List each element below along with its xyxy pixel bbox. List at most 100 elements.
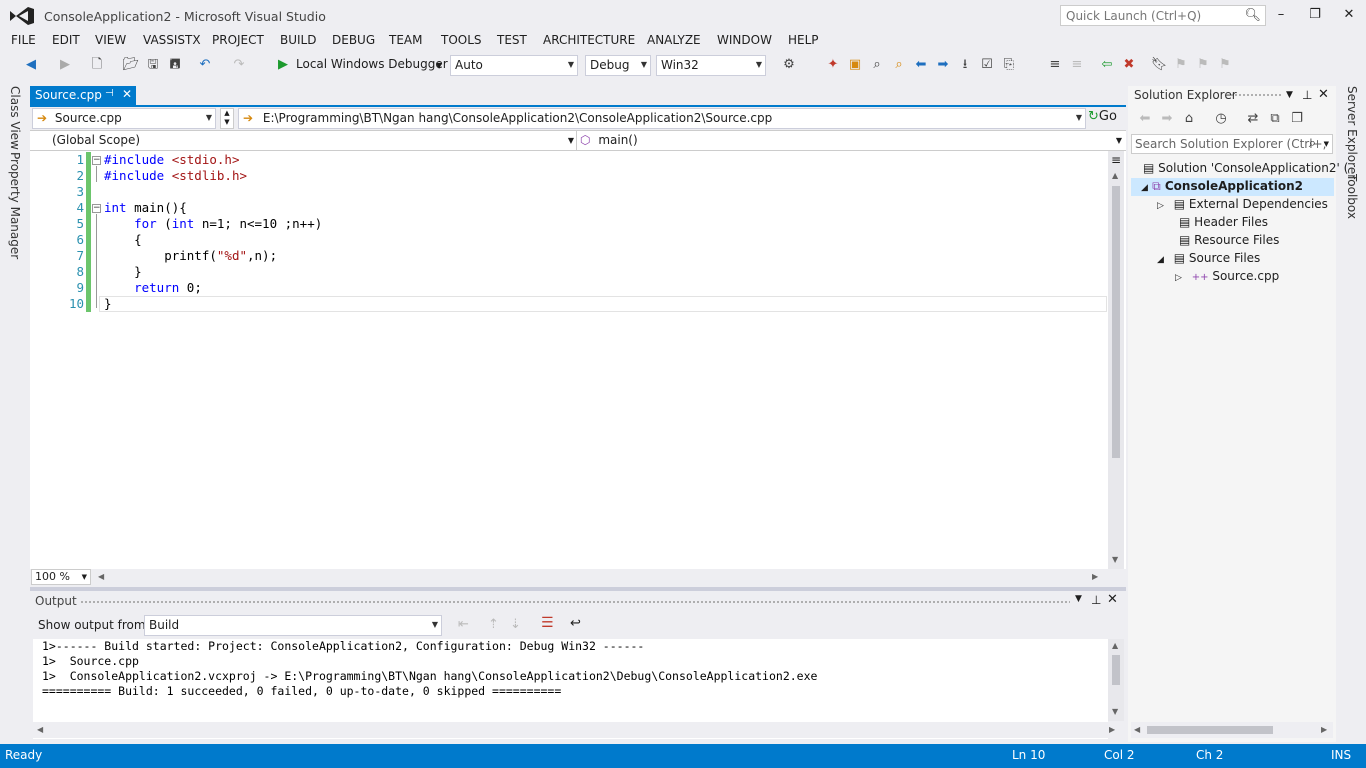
save-all-icon[interactable]: 🖪︎	[166, 56, 184, 74]
platform-select[interactable]: Win32 ▼	[656, 55, 766, 76]
navigate-forward-icon[interactable]: ▶	[56, 56, 74, 74]
scroll-left-icon[interactable]: ◀	[1134, 725, 1140, 734]
restore-button[interactable]: ❐	[1300, 5, 1330, 25]
tree-item-source-cpp[interactable]: ▷ ++ Source.cpp	[1175, 269, 1279, 283]
collapse-icon[interactable]: −	[92, 156, 101, 165]
code-line[interactable]: #include <stdio.h>	[104, 152, 239, 168]
scroll-down-icon[interactable]: ▼	[1112, 555, 1118, 564]
file-select[interactable]: ➔ Source.cpp ▼	[32, 108, 216, 129]
save-icon[interactable]: 🖫︎	[144, 56, 162, 74]
solution-auto-select[interactable]: Auto ▼	[450, 55, 578, 76]
output-source-select[interactable]: Build ▼	[144, 615, 442, 636]
split-updown-icon[interactable]: ▲ ▼	[220, 108, 234, 129]
pin-icon[interactable]: ⊣	[105, 88, 114, 99]
scroll-thumb[interactable]	[1147, 726, 1273, 734]
bookmark-icon[interactable]: 🔖︎	[1150, 56, 1168, 74]
toolbox-tab[interactable]: Toolbox	[1345, 174, 1359, 219]
start-debugging-icon[interactable]: ▶	[274, 56, 292, 74]
server-explorer-tab[interactable]: Server Explorer	[1345, 86, 1359, 179]
close-window-button[interactable]: ✕	[1334, 5, 1364, 25]
tree-item-resource-files[interactable]: ▤ Resource Files	[1179, 233, 1279, 247]
close-icon[interactable]: ✕	[1318, 87, 1329, 102]
editor-horizontal-scrollbar[interactable]: ◀ ▶	[30, 569, 1126, 585]
navigate-back-icon[interactable]: ◀	[22, 56, 40, 74]
code-line[interactable]: int main(){	[104, 200, 187, 216]
tree-item-solution[interactable]: ▤ Solution 'ConsoleApplication2' (	[1143, 161, 1348, 175]
scroll-right-icon[interactable]: ▶	[1092, 572, 1098, 581]
start-debugger-button[interactable]: Local Windows Debugger	[296, 57, 448, 71]
pin-icon[interactable]: ⊥	[1302, 88, 1312, 102]
forward-icon[interactable]: ➡︎	[1158, 110, 1176, 128]
pending-changes-icon[interactable]: ◷	[1212, 110, 1230, 128]
redo-icon[interactable]: ↷	[230, 56, 248, 74]
clear-all-icon[interactable]: ☰	[541, 615, 554, 631]
scroll-left-icon[interactable]: ◀	[98, 572, 104, 581]
code-line[interactable]: #include <stdlib.h>	[104, 168, 247, 184]
menu-file[interactable]: FILE	[11, 33, 36, 47]
scroll-up-icon[interactable]: ▲	[1112, 171, 1118, 180]
path-select[interactable]: ➔ E:\Programming\BT\Ngan hang\ConsoleApp…	[238, 108, 1086, 129]
close-icon[interactable]: ✕	[1107, 592, 1118, 607]
menu-project[interactable]: PROJECT	[212, 33, 264, 47]
chevron-down-icon[interactable]: ▼	[1286, 90, 1293, 100]
menu-window[interactable]: WINDOW	[717, 33, 772, 47]
class-view-tab[interactable]: Class View	[8, 86, 22, 150]
tab-source-cpp[interactable]: Source.cpp ⊣ ✕	[30, 86, 136, 105]
tree-item-header-files[interactable]: ▤ Header Files	[1179, 215, 1268, 229]
menu-test[interactable]: TEST	[497, 33, 527, 47]
code-line[interactable]: }	[104, 264, 142, 280]
sync-icon[interactable]: ⇄	[1244, 110, 1262, 128]
find-message-icon[interactable]: ⇤	[458, 617, 469, 632]
va-back-icon[interactable]: ⬅︎	[912, 56, 930, 74]
menu-help[interactable]: HELP	[788, 33, 819, 47]
menu-tools[interactable]: TOOLS	[441, 33, 482, 47]
prev-message-icon[interactable]: ⇡	[488, 617, 499, 632]
scroll-right-icon[interactable]: ▶	[1321, 725, 1327, 734]
go-button[interactable]: ↻Go	[1088, 109, 1117, 124]
code-line[interactable]: {	[104, 232, 142, 248]
menu-debug[interactable]: DEBUG	[332, 33, 375, 47]
home-icon[interactable]: ⌂	[1180, 110, 1198, 128]
collapse-icon[interactable]: −	[92, 204, 101, 213]
new-project-icon[interactable]: 🗋︎	[88, 56, 106, 74]
tree-item-project[interactable]: ◢ ⧉ ConsoleApplication2	[1141, 179, 1303, 194]
output-vertical-scrollbar[interactable]: ▲ ▼	[1108, 639, 1124, 721]
bookmark-clear-icon[interactable]: ✖	[1120, 56, 1138, 74]
find-symbol-icon[interactable]: ⚙	[780, 56, 798, 74]
scroll-thumb[interactable]	[1112, 655, 1120, 685]
menu-analyze[interactable]: ANALYZE	[647, 33, 701, 47]
tree-item-external-dependencies[interactable]: ▷ ▤ External Dependencies	[1157, 197, 1328, 211]
scroll-right-icon[interactable]: ▶	[1109, 725, 1115, 734]
member-select[interactable]: ⬡ main() ▼	[580, 132, 1124, 150]
split-handle-icon[interactable]: ≡	[1111, 153, 1121, 167]
bookmark-prev-icon[interactable]: ⇦	[1098, 56, 1116, 74]
back-icon[interactable]: ⬅︎	[1136, 110, 1154, 128]
collapse-all-icon[interactable]: ⧉	[1266, 110, 1284, 128]
show-all-files-icon[interactable]: ❐	[1288, 110, 1306, 128]
menu-edit[interactable]: EDIT	[52, 33, 80, 47]
minimize-button[interactable]: –	[1266, 5, 1296, 25]
output-horizontal-scrollbar[interactable]: ◀ ▶	[33, 722, 1124, 738]
menu-build[interactable]: BUILD	[280, 33, 316, 47]
va-check-icon[interactable]: ☑	[978, 56, 996, 74]
chevron-down-icon[interactable]: ▼	[436, 61, 442, 70]
code-editor[interactable]	[30, 151, 1126, 569]
panel-splitter[interactable]	[30, 587, 1126, 591]
va-outline-icon[interactable]: ⭳	[956, 56, 974, 74]
undo-icon[interactable]: ↶	[196, 56, 214, 74]
close-icon[interactable]: ✕	[122, 87, 132, 101]
code-line[interactable]: }	[104, 296, 112, 312]
pin-icon[interactable]: ⊥	[1091, 593, 1101, 607]
va-tool-2-icon[interactable]: ▣	[846, 56, 864, 74]
menu-vassistx[interactable]: VASSISTX	[143, 33, 201, 47]
va-find-refs-icon[interactable]: ⌕	[890, 56, 908, 74]
open-file-icon[interactable]: 📂︎	[122, 56, 140, 74]
comment-icon[interactable]: ≡	[1046, 56, 1064, 74]
zoom-level-select[interactable]: 100 % ▼	[31, 569, 91, 585]
bookmark-clear2-icon[interactable]: ⚑	[1216, 56, 1234, 74]
code-line[interactable]: for (int n=1; n<=10 ;n++)	[104, 216, 322, 232]
next-message-icon[interactable]: ⇣	[510, 617, 521, 632]
scroll-up-icon[interactable]: ▲	[1112, 641, 1118, 650]
chevron-down-icon[interactable]: ▼	[1075, 594, 1082, 604]
menu-view[interactable]: VIEW	[95, 33, 126, 47]
